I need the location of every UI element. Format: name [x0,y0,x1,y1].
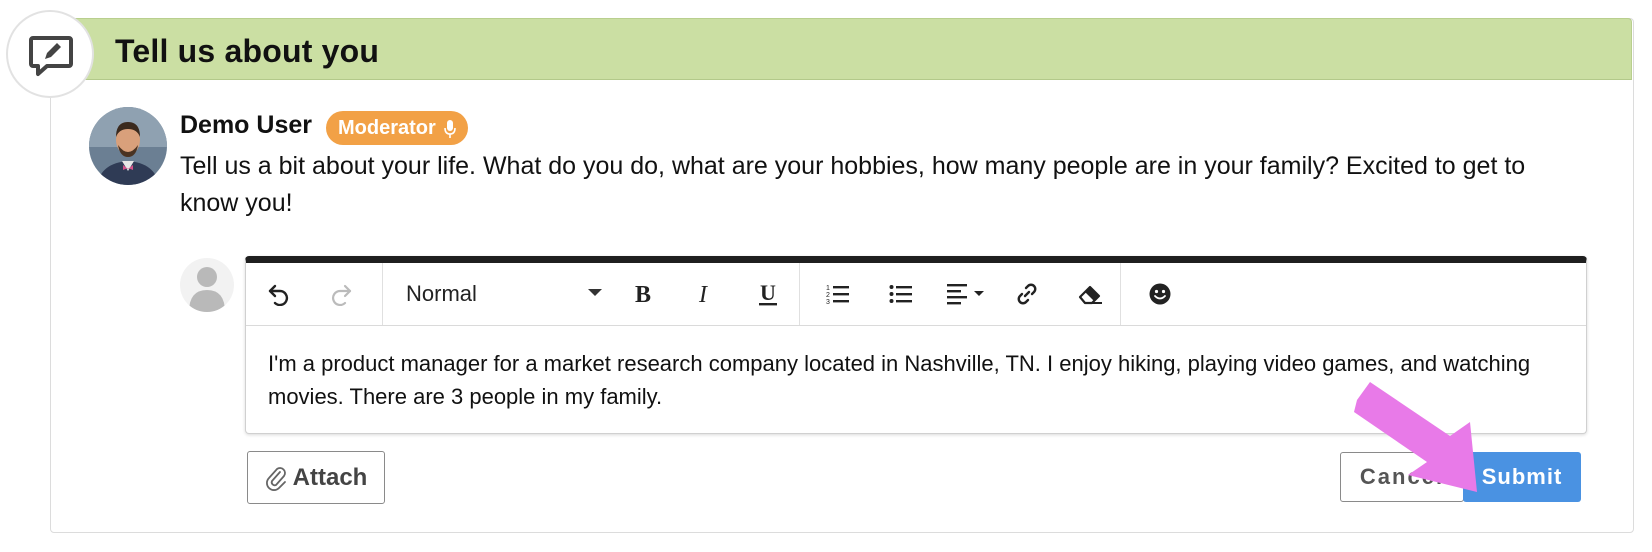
activity-type-badge [6,10,94,98]
clear-format-button[interactable] [1071,275,1109,313]
current-user-avatar [180,258,234,312]
reply-editor: Normal B I U 1 2 3 I'm a product manager… [245,256,1587,434]
post-body: Tell us a bit about your life. What do y… [180,152,1526,217]
toolbar-divider [1120,263,1121,325]
align-dropdown[interactable] [944,275,990,313]
badge-label: Moderator [338,117,436,139]
svg-text:1: 1 [826,285,830,292]
page-title: Tell us about you [115,33,380,69]
reply-text-area[interactable]: I'm a product manager for a market resea… [268,347,1558,413]
submit-button[interactable]: Submit [1463,452,1581,502]
ordered-list-button[interactable]: 1 2 3 [819,275,857,313]
svg-text:I: I [698,282,708,306]
moderator-badge: Moderator [326,111,469,145]
post-author: Demo User [180,111,312,139]
emoji-icon [1149,283,1171,305]
comment-edit-icon [29,36,73,76]
svg-text:B: B [635,282,651,306]
eraser-icon [1078,285,1102,305]
card-header: Tell us about you [50,18,1632,80]
bold-button[interactable]: B [624,275,662,313]
bold-icon: B [635,282,651,306]
align-left-icon [947,284,984,305]
attach-label: Attach [292,463,368,491]
editor-toolbar: Normal B I U 1 2 3 [246,263,1586,326]
chevron-down-icon [588,289,602,296]
bullet-list-button[interactable] [882,275,920,313]
undo-icon [268,284,289,306]
ordered-list-icon: 1 2 3 [826,285,849,305]
underline-icon: U [759,281,777,306]
svg-text:3: 3 [826,299,830,305]
svg-text:2: 2 [826,292,830,299]
emoji-button[interactable] [1141,275,1179,313]
italic-button[interactable]: I [686,275,724,313]
undo-button[interactable] [260,275,298,313]
format-select[interactable]: Normal [386,263,612,325]
format-select-value: Normal [406,281,477,306]
toolbar-divider [382,263,383,325]
link-button[interactable] [1008,275,1046,313]
paperclip-icon [265,466,286,491]
moderator-avatar [89,107,167,185]
italic-icon: I [698,282,708,306]
underline-button[interactable]: U [749,275,787,313]
link-icon [1017,283,1037,305]
svg-text:U: U [760,281,776,305]
toolbar-divider [799,263,800,325]
microphone-icon [444,119,457,138]
attach-button[interactable]: Attach [247,451,385,504]
bullet-list-icon [889,285,912,303]
cancel-button[interactable]: Cancel [1340,452,1464,502]
redo-button[interactable] [322,275,360,313]
redo-icon [332,284,352,306]
